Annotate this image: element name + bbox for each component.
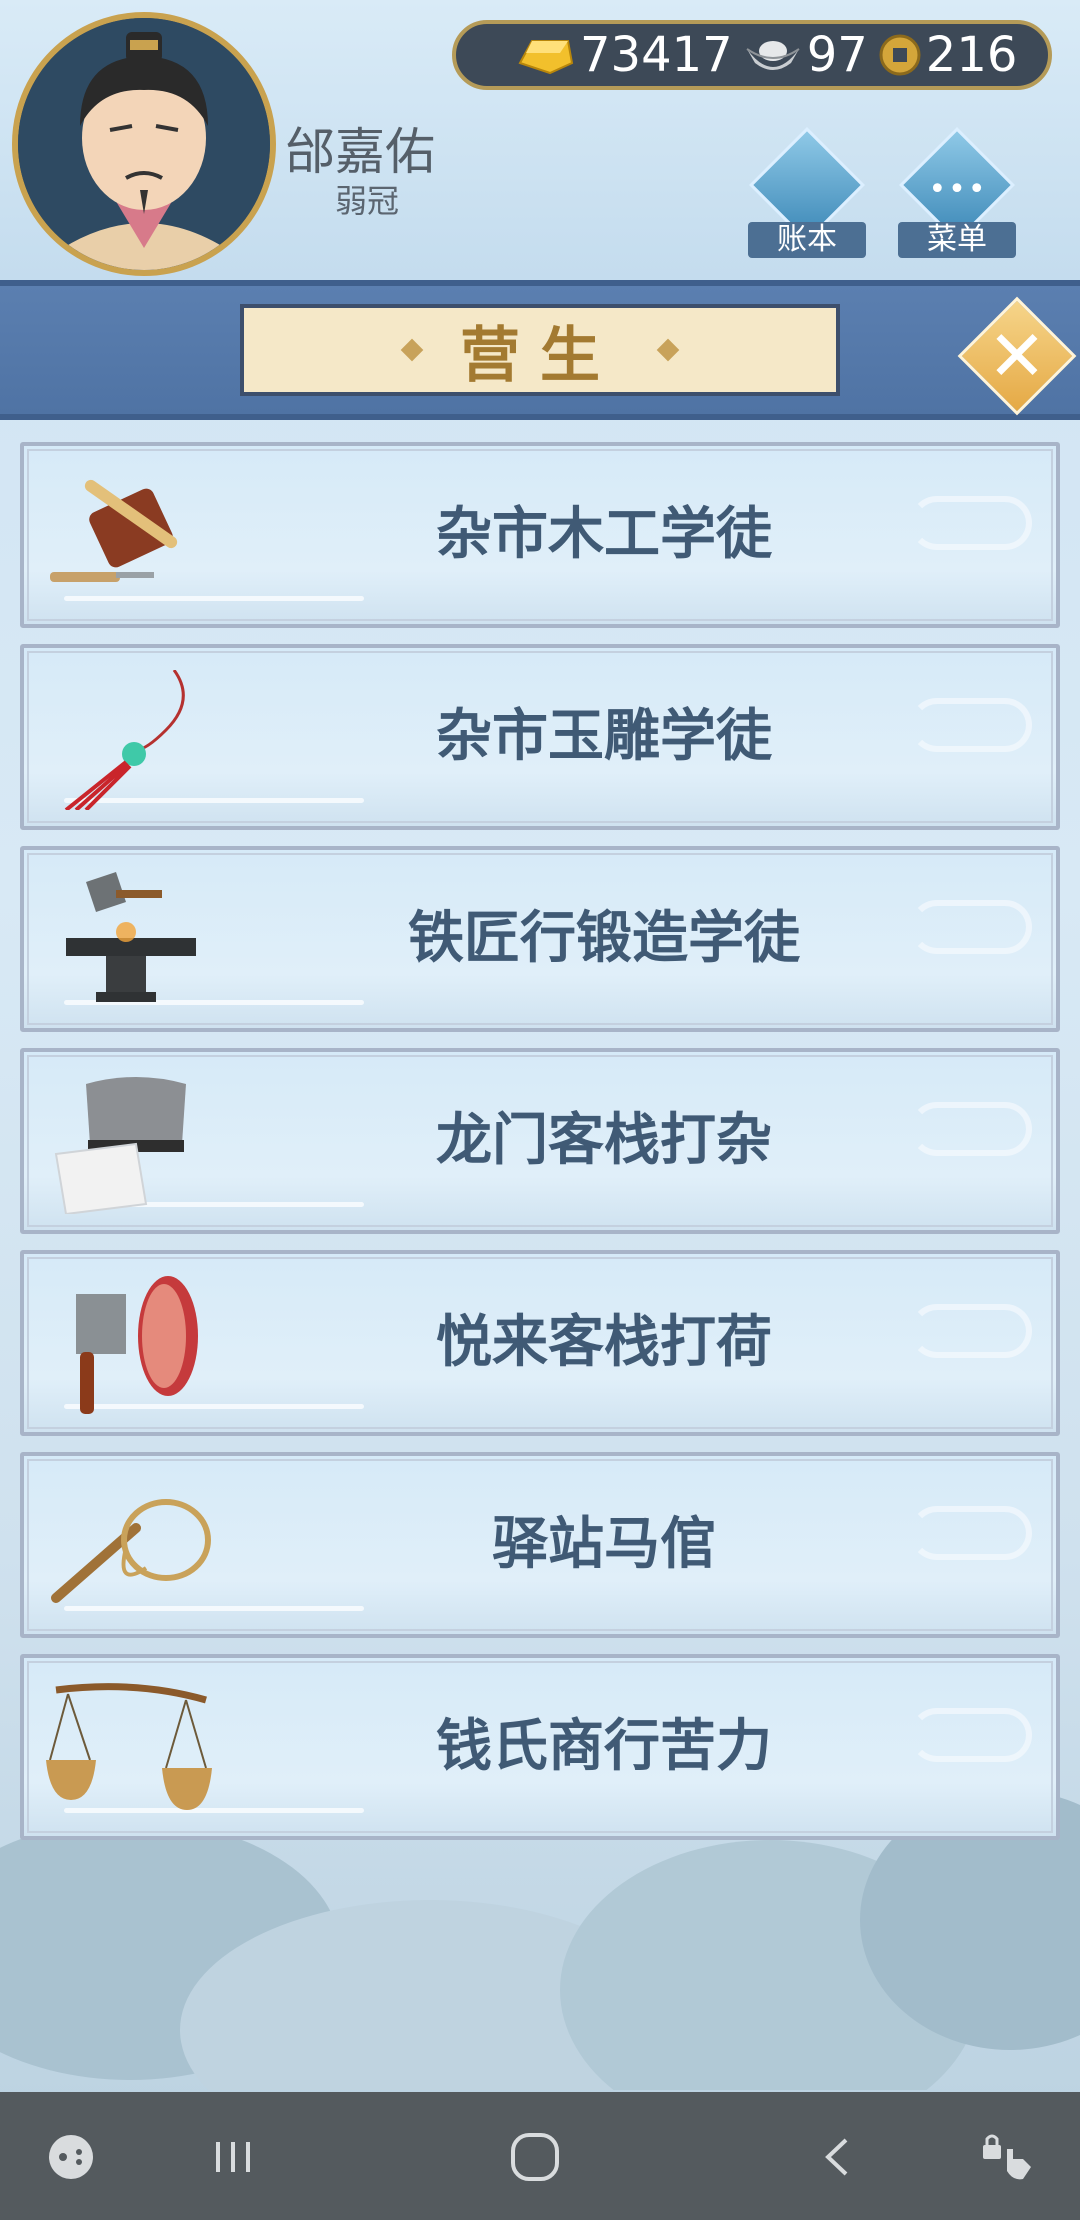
player-age-title: 弱冠 xyxy=(335,182,400,220)
game-tools-icon[interactable] xyxy=(26,2112,116,2202)
silver-ingot-icon xyxy=(746,41,800,70)
player-name: 邰嘉佑 xyxy=(285,123,435,181)
whip-icon xyxy=(51,1499,211,1603)
ledger-label: 账本 xyxy=(748,222,866,258)
title-plaque: 营生 xyxy=(240,304,840,396)
back-button[interactable] xyxy=(794,2112,884,2202)
system-nav-bar xyxy=(0,2092,1080,2220)
home-button[interactable] xyxy=(490,2112,580,2202)
job-label: 杂市玉雕学徒 xyxy=(436,704,772,769)
coin-currency: 216 xyxy=(878,27,1018,83)
silver-currency: 97 xyxy=(743,27,868,83)
job-item-longmen-inn[interactable]: 龙门客栈打杂 xyxy=(20,1048,1060,1234)
job-label: 杂市木工学徒 xyxy=(436,502,772,567)
recent-apps-button[interactable] xyxy=(188,2112,278,2202)
woodworking-plane-icon xyxy=(50,479,178,582)
job-label: 驿站马倌 xyxy=(492,1512,716,1577)
more-dots-icon: ••• xyxy=(928,172,988,207)
coin-amount: 216 xyxy=(925,27,1018,83)
gold-currency: 73417 xyxy=(514,27,733,83)
chef-hat-towel-icon xyxy=(54,1077,186,1214)
job-item-blacksmith[interactable]: 铁匠行锻造学徒 xyxy=(20,846,1060,1032)
player-avatar[interactable] xyxy=(12,12,276,276)
ornament-diamond xyxy=(400,338,424,362)
header: 邰嘉佑 弱冠 73417 97 216 账本 ••• 菜单 xyxy=(0,0,1080,280)
menu-label: 菜单 xyxy=(898,222,1016,258)
copper-coin-icon xyxy=(879,34,921,76)
job-label: 钱氏商行苦力 xyxy=(436,1714,772,1779)
job-item-yuelai-inn[interactable]: 悦来客栈打荷 xyxy=(20,1250,1060,1436)
ornament-diamond xyxy=(656,338,680,362)
job-item-jade-carving[interactable]: 杂市玉雕学徒 xyxy=(20,644,1060,830)
gold-ingot-icon xyxy=(518,40,574,75)
job-item-woodworking[interactable]: 杂市木工学徒 xyxy=(20,442,1060,628)
job-label: 悦来客栈打荷 xyxy=(436,1310,772,1375)
cleaver-meat-icon xyxy=(76,1276,198,1414)
touch-lock-icon[interactable] xyxy=(962,2112,1052,2202)
job-item-post-station[interactable]: 驿站马倌 xyxy=(20,1452,1060,1638)
job-item-qian-trading[interactable]: 钱氏商行苦力 xyxy=(20,1654,1060,1840)
silver-amount: 97 xyxy=(806,27,868,83)
carrying-pole-baskets-icon xyxy=(46,1683,212,1810)
gold-amount: 73417 xyxy=(580,27,733,83)
ledger-button[interactable]: 账本 xyxy=(748,127,866,258)
anvil-hammer-icon xyxy=(66,872,196,1002)
menu-button[interactable]: ••• 菜单 xyxy=(898,127,1016,258)
job-label: 龙门客栈打杂 xyxy=(436,1108,772,1173)
jade-pendant-icon xyxy=(64,670,185,810)
page-title: 营生 xyxy=(460,320,620,391)
close-icon[interactable]: ✕ xyxy=(981,316,1053,396)
job-label: 铁匠行锻造学徒 xyxy=(408,906,800,971)
title-bar: 营生 ✕ xyxy=(0,280,1080,420)
currency-bar: 73417 97 216 xyxy=(452,20,1052,90)
